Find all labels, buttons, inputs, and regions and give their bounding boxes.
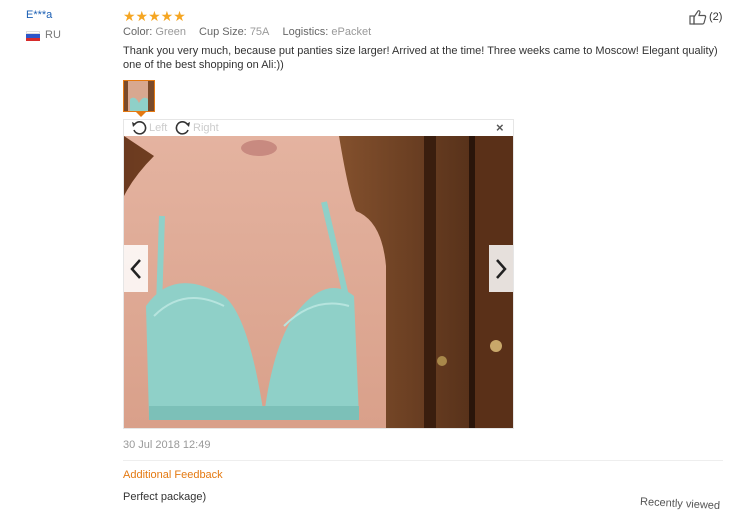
section-divider <box>123 460 723 461</box>
additional-feedback-title: Additional Feedback <box>123 469 223 481</box>
attr-logistics-value: ePacket <box>331 26 372 38</box>
attr-cup-size-value: 75A <box>249 26 270 38</box>
russia-flag-icon <box>26 31 40 41</box>
rotate-left-icon <box>132 121 147 135</box>
attr-color-key: Color: <box>123 26 153 38</box>
review-photo-thumbnail[interactable] <box>123 80 155 112</box>
review-photo-image <box>124 136 513 428</box>
attr-color-value: Green <box>155 26 186 38</box>
review-photo <box>124 136 513 428</box>
thumbnail-selected-pointer <box>136 112 146 117</box>
product-attributes: Color: Green Cup Size: 75A Logistics: eP… <box>123 26 381 38</box>
rating-stars: ★★★★★ <box>123 8 186 24</box>
thumbnail-image <box>124 81 154 111</box>
chevron-left-icon <box>130 258 141 279</box>
rotate-right-label: Right <box>193 122 219 134</box>
chevron-right-icon <box>496 258 507 279</box>
thumbs-up-icon <box>689 10 707 25</box>
attr-cup-size-key: Cup Size: <box>199 26 247 38</box>
rotate-right-icon <box>175 121 190 135</box>
reviewer-name[interactable]: E***a <box>26 9 52 21</box>
rotate-left-label: Left <box>149 122 168 134</box>
review-date: 30 Jul 2018 12:49 <box>123 439 211 451</box>
previous-image-button[interactable] <box>124 245 148 292</box>
reviewer-country: RU <box>45 29 61 41</box>
close-viewer-button[interactable]: × <box>496 120 504 135</box>
review-text: Thank you very much, because put panties… <box>123 45 718 71</box>
attr-logistics-key: Logistics: <box>282 26 329 38</box>
additional-feedback-text: Perfect package) <box>123 491 207 503</box>
next-image-button[interactable] <box>489 245 513 292</box>
rotate-right-button[interactable]: Right <box>175 121 219 135</box>
rotate-left-button[interactable]: Left <box>131 121 167 135</box>
helpful-button[interactable]: (2) <box>689 9 722 25</box>
helpful-count: (2) <box>709 11 723 23</box>
